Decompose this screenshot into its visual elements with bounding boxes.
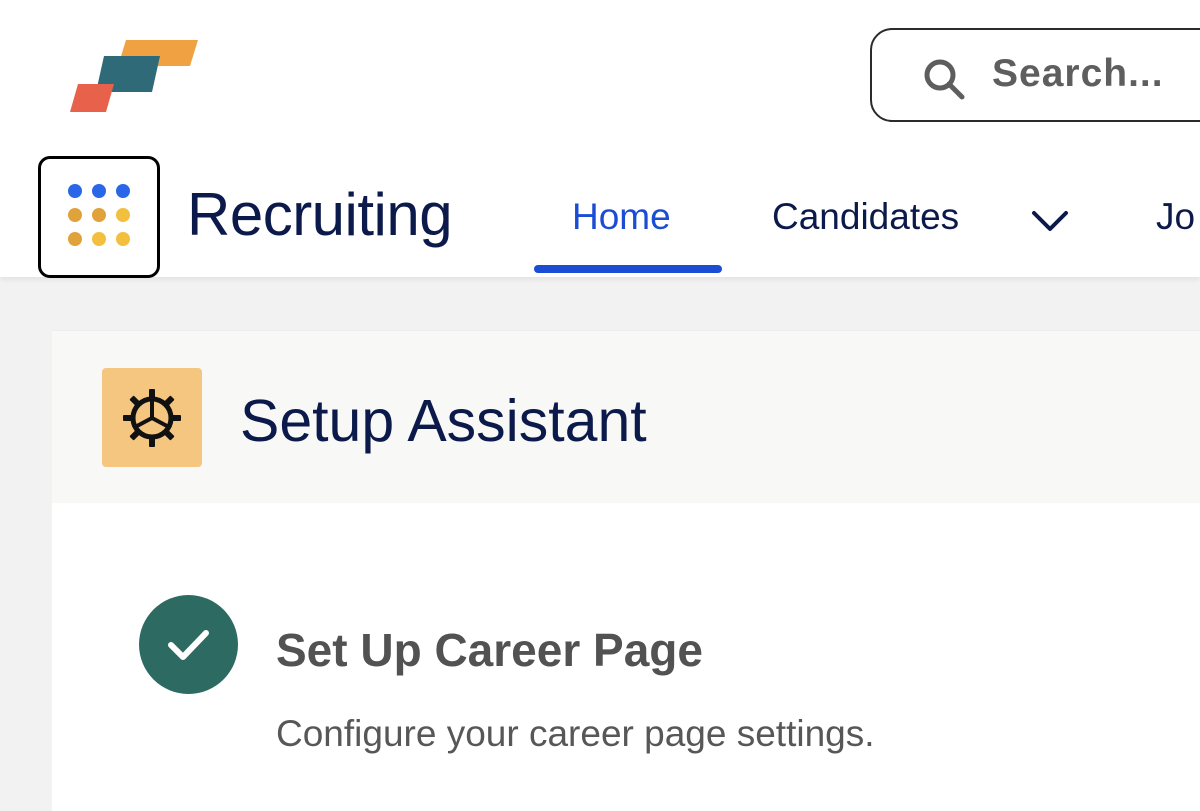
search-input[interactable]: Search... bbox=[870, 28, 1200, 122]
card-header: Setup Assistant bbox=[52, 331, 1200, 503]
setup-assistant-card: Setup Assistant Set Up Career Page Confi… bbox=[52, 330, 1200, 811]
app-launcher-icon bbox=[68, 184, 130, 246]
app-name: Recruiting bbox=[187, 181, 453, 248]
tab-candidates[interactable]: Candidates bbox=[772, 196, 959, 238]
app-launcher-button[interactable] bbox=[38, 156, 160, 278]
company-logo[interactable] bbox=[70, 36, 202, 116]
global-header: Search... Recruiting Home Candidates Jo bbox=[0, 0, 1200, 278]
chevron-down-icon[interactable] bbox=[1030, 205, 1070, 235]
step-title[interactable]: Set Up Career Page bbox=[276, 623, 703, 677]
setup-icon-tile bbox=[102, 368, 202, 467]
gear-icon bbox=[123, 389, 181, 447]
step-description: Configure your career page settings. bbox=[276, 713, 875, 754]
search-icon bbox=[924, 59, 965, 100]
card-title: Setup Assistant bbox=[240, 388, 647, 454]
tab-jobs[interactable]: Jo bbox=[1156, 196, 1195, 238]
tab-home[interactable]: Home bbox=[572, 196, 671, 238]
search-placeholder: Search... bbox=[992, 52, 1164, 95]
checkmark-icon bbox=[168, 630, 209, 660]
active-tab-indicator bbox=[534, 265, 722, 273]
step-complete-indicator bbox=[139, 595, 238, 694]
